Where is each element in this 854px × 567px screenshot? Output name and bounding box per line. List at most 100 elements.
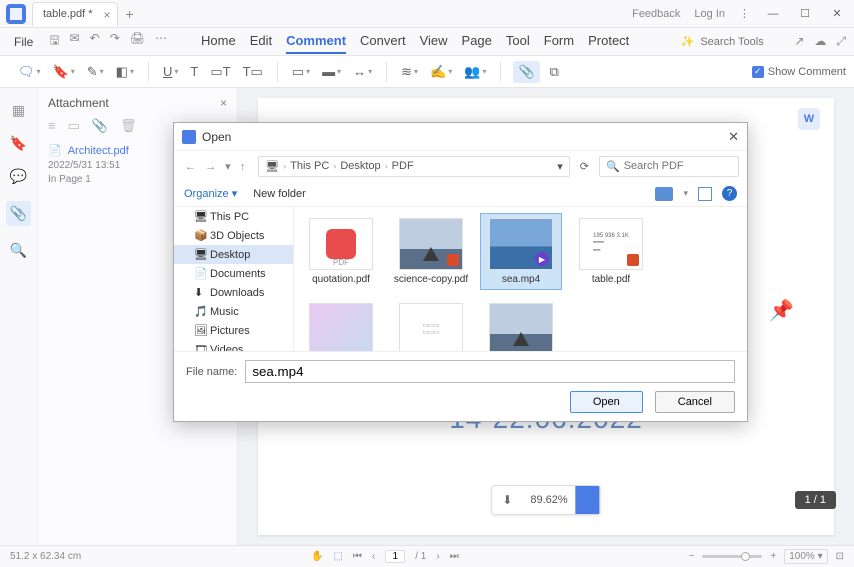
nav-forward-icon[interactable]: → [205,161,216,173]
menu-tab-comment[interactable]: Comment [286,29,346,54]
menu-tab-protect[interactable]: Protect [588,29,629,54]
document-tab[interactable]: table.pdf * × [32,2,118,26]
hand-tool-icon[interactable]: ✋ [311,551,323,562]
new-folder-button[interactable]: New folder [253,188,306,200]
first-page-icon[interactable]: ⏮ [353,551,362,562]
zoom-out-icon[interactable]: − [689,551,695,562]
file-item[interactable]: tezos-WN5_7UBc7cw-unsplash.gif [300,298,382,351]
select-tool-icon[interactable]: ⬚ [333,551,342,562]
download-icon[interactable]: ⬇ [492,487,522,513]
nav-back-icon[interactable]: ← [185,161,196,173]
attachment-tool[interactable]: 📎 [513,61,539,83]
zoom-slider-handle[interactable] [576,486,600,514]
redo-icon[interactable]: ↷ [110,31,120,52]
tree-item-documents[interactable]: 📄Documents [174,264,293,283]
dialog-search[interactable]: 🔍 [599,156,739,177]
undo-icon[interactable]: ↶ [90,31,100,52]
search-panel-icon[interactable]: 🔍 [10,242,27,259]
breadcrumb-item[interactable]: This PC [290,160,329,172]
measure-tool[interactable]: ↔▾ [351,62,374,81]
panel-attach-icon[interactable]: 📎 [92,118,108,134]
collaborate-tool[interactable]: 👥▾ [462,62,488,82]
login-link[interactable]: Log In [694,8,725,20]
share-icon[interactable]: ↗ [794,34,804,49]
nav-recent-icon[interactable]: ▾ [225,161,231,173]
note-tool[interactable]: 🗨▾ [16,62,43,82]
breadcrumb-item[interactable]: Desktop [340,160,380,172]
file-item[interactable]: PDF quotation.pdf [300,213,382,290]
fit-page-icon[interactable]: ⊡ [836,551,844,562]
menu-tab-page[interactable]: Page [462,29,492,54]
print-icon[interactable]: 🖨 [130,31,145,52]
file-item[interactable]: science-copy.pdf [390,213,472,290]
feedback-link[interactable]: Feedback [632,8,680,20]
search-tools-input[interactable] [700,36,780,48]
tree-item-desktop[interactable]: 🖥Desktop [174,245,293,264]
word-badge-icon[interactable]: W [798,108,820,130]
last-page-icon[interactable]: ⏭ [450,551,459,562]
page-input[interactable] [385,550,405,563]
preview-pane-icon[interactable] [698,187,712,201]
pencil-tool[interactable]: ✎▾ [85,62,106,82]
prev-page-icon[interactable]: ‹ [372,551,375,562]
open-button[interactable]: Open [570,391,643,413]
file-item[interactable] [480,298,562,351]
expand-icon[interactable]: ⤢ [836,34,846,49]
dialog-close-icon[interactable]: ✕ [728,129,739,145]
cloud-icon[interactable]: ☁ [814,34,826,49]
signature-tool[interactable]: ✍▾ [428,62,454,82]
file-item-selected[interactable]: ▶ sea.mp4 [480,213,562,290]
mail-icon[interactable]: ✉ [70,31,80,52]
file-item[interactable]: ▭▭▭▭▭▭ [390,298,472,351]
panel-open-icon[interactable]: ▭ [68,118,80,134]
shape-rect-tool[interactable]: ▭▾ [290,62,312,82]
minimize-icon[interactable]: — [764,5,782,23]
textbox-tool[interactable]: ▭T [208,62,232,82]
tree-item-music[interactable]: 🎵Music [174,302,293,321]
zoom-slider[interactable] [702,555,762,558]
bookmark-tool[interactable]: 🔖▾ [51,62,77,82]
zoom-in-icon[interactable]: + [770,551,776,562]
shape-line-tool[interactable]: ▬▾ [320,62,343,81]
refresh-icon[interactable]: ⟳ [580,160,589,173]
compare-tool[interactable]: ⧉ [548,62,561,82]
file-name-combo[interactable] [245,360,735,383]
menu-file[interactable]: File [8,35,39,49]
menu-tab-home[interactable]: Home [201,29,236,54]
panel-close-icon[interactable]: × [220,96,227,110]
close-icon[interactable]: ✕ [828,5,846,23]
pin-annotation-icon[interactable]: 📌 [769,298,794,323]
bookmarks-icon[interactable]: 🔖 [10,135,27,152]
next-page-icon[interactable]: › [436,551,439,562]
dialog-search-input[interactable] [624,160,732,172]
tree-item-this-pc[interactable]: 🖥This PC [174,207,293,226]
menu-tab-view[interactable]: View [420,29,448,54]
stamp-tool[interactable]: ≋▾ [399,62,420,82]
maximize-icon[interactable]: ☐ [796,5,814,23]
cancel-button[interactable]: Cancel [655,391,735,413]
tab-add-icon[interactable]: + [126,6,134,22]
tree-item-3d-objects[interactable]: 📦3D Objects [174,226,293,245]
tree-item-downloads[interactable]: ⬇Downloads [174,283,293,302]
file-name-input[interactable] [252,364,728,379]
eraser-tool[interactable]: ◧▾ [114,62,136,82]
menu-tab-form[interactable]: Form [544,29,574,54]
comments-icon[interactable]: 💬 [10,168,27,185]
menu-tab-tool[interactable]: Tool [506,29,530,54]
show-comment-toggle[interactable]: ✓ Show Comment [752,66,846,78]
panel-list-icon[interactable]: ≡ [48,118,56,134]
tree-item-pictures[interactable]: 🖼Pictures [174,321,293,340]
nav-up-icon[interactable]: ↑ [240,161,246,173]
view-mode-button[interactable] [655,187,673,201]
breadcrumb[interactable]: 🖥 › This PC › Desktop › PDF ▾ [258,156,570,177]
zoom-select[interactable]: 100% ▾ [784,549,827,564]
more-icon[interactable]: ⋯ [155,31,167,52]
breadcrumb-item[interactable]: PDF [392,160,414,172]
text-tool[interactable]: T [188,62,200,81]
callout-tool[interactable]: T▭ [241,62,265,82]
help-icon[interactable]: ? [722,186,737,201]
file-item[interactable]: 195 936 3.1K━━━━━ table.pdf [570,213,652,290]
organize-menu[interactable]: Organize ▾ [184,187,237,200]
underline-tool[interactable]: U▾ [161,62,180,81]
save-icon[interactable]: 🖫 [49,31,59,52]
